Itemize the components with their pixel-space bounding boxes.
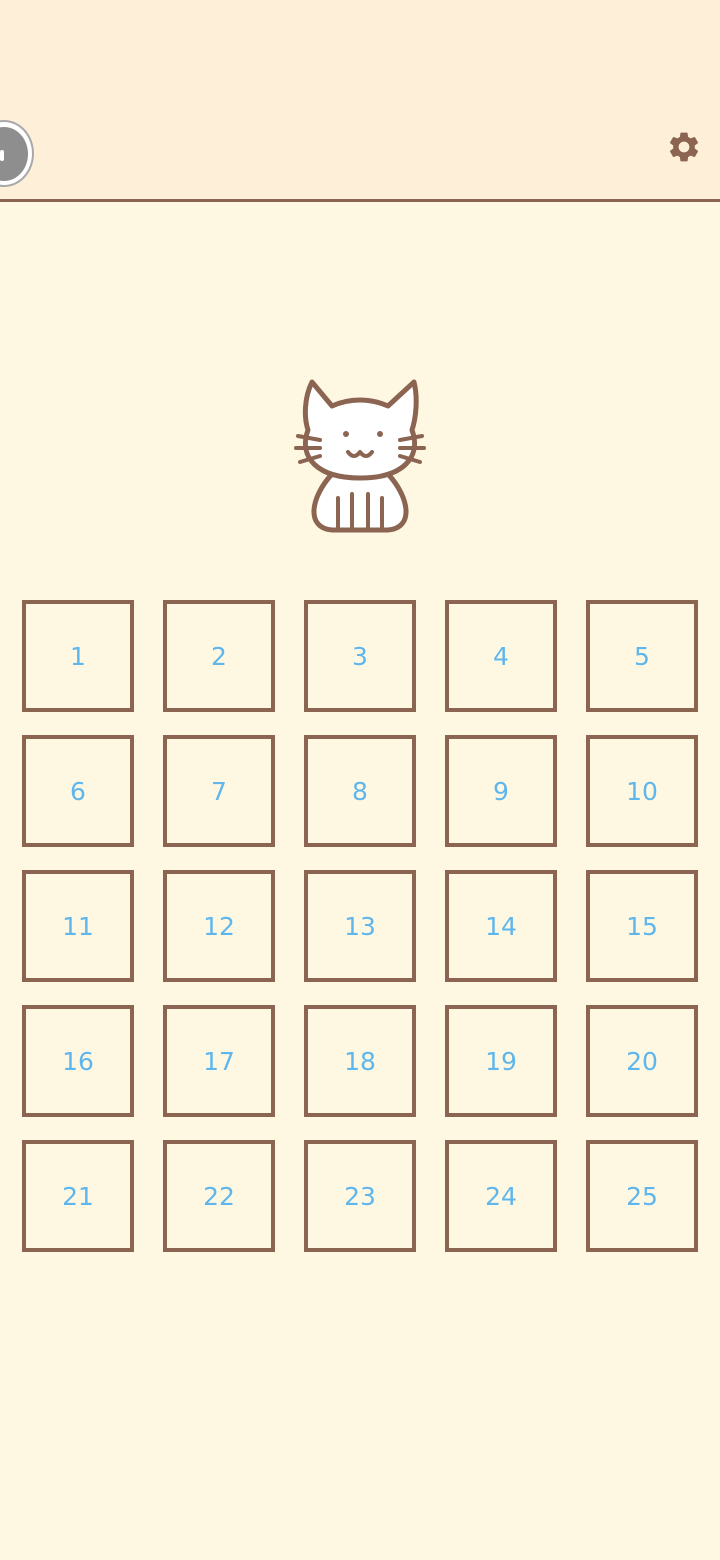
level-button-13[interactable]: 13	[304, 870, 416, 982]
level-button-23[interactable]: 23	[304, 1140, 416, 1252]
level-button-18[interactable]: 18	[304, 1005, 416, 1117]
level-button-14[interactable]: 14	[445, 870, 557, 982]
level-button-15[interactable]: 15	[586, 870, 698, 982]
gear-icon[interactable]	[666, 129, 702, 165]
level-button-9[interactable]: 9	[445, 735, 557, 847]
cat-icon	[294, 379, 426, 533]
level-button-12[interactable]: 12	[163, 870, 275, 982]
level-button-11[interactable]: 11	[22, 870, 134, 982]
level-button-10[interactable]: 10	[586, 735, 698, 847]
level-button-24[interactable]: 24	[445, 1140, 557, 1252]
level-button-1[interactable]: 1	[22, 600, 134, 712]
top-bar	[0, 0, 720, 202]
level-button-20[interactable]: 20	[586, 1005, 698, 1117]
level-button-5[interactable]: 5	[586, 600, 698, 712]
level-button-2[interactable]: 2	[163, 600, 275, 712]
level-button-7[interactable]: 7	[163, 735, 275, 847]
level-button-8[interactable]: 8	[304, 735, 416, 847]
level-button-6[interactable]: 6	[22, 735, 134, 847]
level-button-25[interactable]: 25	[586, 1140, 698, 1252]
level-button-21[interactable]: 21	[22, 1140, 134, 1252]
level-button-16[interactable]: 16	[22, 1005, 134, 1117]
level-button-17[interactable]: 17	[163, 1005, 275, 1117]
level-button-4[interactable]: 4	[445, 600, 557, 712]
pause-icon	[0, 126, 28, 181]
level-button-3[interactable]: 3	[304, 600, 416, 712]
level-grid: 1 2 3 4 5 6 7 8 9 10 11 12 13 14 15 16 17 18 19 20 21 22 23 24 2…	[22, 600, 698, 1252]
level-button-22[interactable]: 22	[163, 1140, 275, 1252]
floating-pause-button[interactable]	[0, 120, 34, 187]
level-button-19[interactable]: 19	[445, 1005, 557, 1117]
